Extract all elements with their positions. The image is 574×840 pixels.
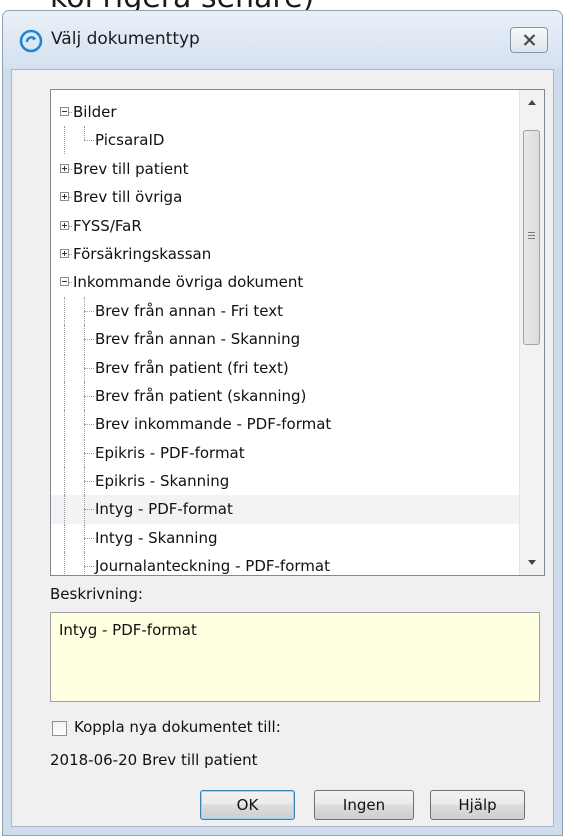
tree-item-label: Epikris - PDF-format (95, 443, 245, 462)
collapse-minus-icon[interactable] (60, 107, 69, 116)
tree-item[interactable]: Intyg - Skanning (51, 523, 519, 552)
tree-item[interactable]: Brev från annan - Skanning (51, 325, 519, 354)
link-document-checkbox[interactable] (52, 721, 67, 736)
tree-item[interactable]: FYSS/FaR (51, 212, 519, 240)
refresh-circle-icon (19, 29, 43, 53)
tree-item-label: FYSS/FaR (73, 216, 142, 235)
tree-item[interactable]: Försäkringskassan (51, 240, 519, 268)
description-box: Intyg - PDF-format (50, 612, 540, 702)
tree-item[interactable]: PicsaraID (51, 126, 519, 155)
tree-item-label: Intyg - Skanning (95, 528, 218, 547)
tree-item-label: Brev inkommande - PDF-format (95, 415, 332, 434)
tree-item[interactable]: Journalanteckning - PDF-format (51, 552, 519, 576)
tree-item-label: Brev till övriga (73, 188, 183, 207)
tree-item[interactable]: Brev till patient (51, 155, 519, 183)
window-title: Välj dokumenttyp (51, 29, 200, 49)
link-document-label[interactable]: Koppla nya dokumentet till: (74, 718, 281, 736)
ok-button[interactable]: OK (200, 790, 295, 820)
tree-item-label: Brev från patient (skanning) (95, 386, 307, 405)
tree-rows: Bilder PicsaraID Brev till patient Brev til… (51, 98, 519, 576)
tree-item[interactable]: Brev inkommande - PDF-format (51, 410, 519, 439)
tree-item-label: Intyg - PDF-format (95, 500, 233, 519)
expand-plus-icon[interactable] (60, 248, 69, 258)
tree-item[interactable]: Epikris - Skanning (51, 467, 519, 496)
tree-item-label: Brev till patient (73, 159, 189, 178)
scroll-up-arrow[interactable] (520, 92, 544, 114)
none-button[interactable]: Ingen (314, 790, 414, 820)
title-bar[interactable]: Välj dokumenttyp (3, 11, 562, 69)
tree-item-label: Brev från annan - Fri text (95, 301, 284, 320)
tree-item-label: PicsaraID (95, 131, 165, 150)
linked-document-value: 2018-06-20 Brev till patient (50, 751, 258, 769)
scroll-thumb[interactable] (523, 130, 540, 345)
tree-item[interactable]: Brev till övriga (51, 183, 519, 211)
scroll-down-arrow[interactable] (520, 551, 544, 573)
tree-vertical-scrollbar[interactable] (519, 90, 544, 575)
expand-plus-icon[interactable] (60, 163, 69, 173)
tree-item-label: Journalanteckning - PDF-format (95, 557, 330, 576)
tree-item[interactable]: Brev från patient (skanning) (51, 381, 519, 410)
tree-item-label: Inkommande övriga dokument (73, 273, 304, 292)
expand-plus-icon[interactable] (60, 192, 69, 202)
tree-item-label: Brev från patient (fri text) (95, 358, 289, 377)
description-value: Intyg - PDF-format (59, 621, 197, 639)
tree-item-label: Försäkringskassan (73, 244, 212, 263)
description-label: Beskrivning: (50, 585, 143, 603)
tree-item[interactable]: Brev från patient (fri text) (51, 353, 519, 382)
tree-item[interactable]: Epikris - PDF-format (51, 438, 519, 467)
expand-plus-icon[interactable] (60, 220, 69, 230)
dialog-client-area: Bilder PicsaraID Brev till patient Brev til… (11, 69, 554, 827)
tree-item[interactable]: Intyg - PDF-format (51, 495, 519, 524)
document-type-tree[interactable]: Bilder PicsaraID Brev till patient Brev til… (50, 89, 545, 576)
tree-item[interactable]: Inkommande övriga dokument (51, 268, 519, 296)
tree-item[interactable]: Brev från annan - Fri text (51, 296, 519, 325)
tree-item[interactable]: Bilder (51, 98, 519, 126)
dialog-window: Välj dokumenttyp Bilder PicsaraID Brev til… (2, 10, 563, 836)
close-button[interactable] (510, 27, 548, 53)
tree-item-label: Bilder (73, 103, 117, 121)
tree-item-label: Epikris - Skanning (95, 472, 230, 491)
help-button[interactable]: Hjälp (430, 790, 525, 820)
collapse-minus-icon[interactable] (60, 277, 69, 287)
tree-item-label: Brev från annan - Skanning (95, 330, 301, 349)
